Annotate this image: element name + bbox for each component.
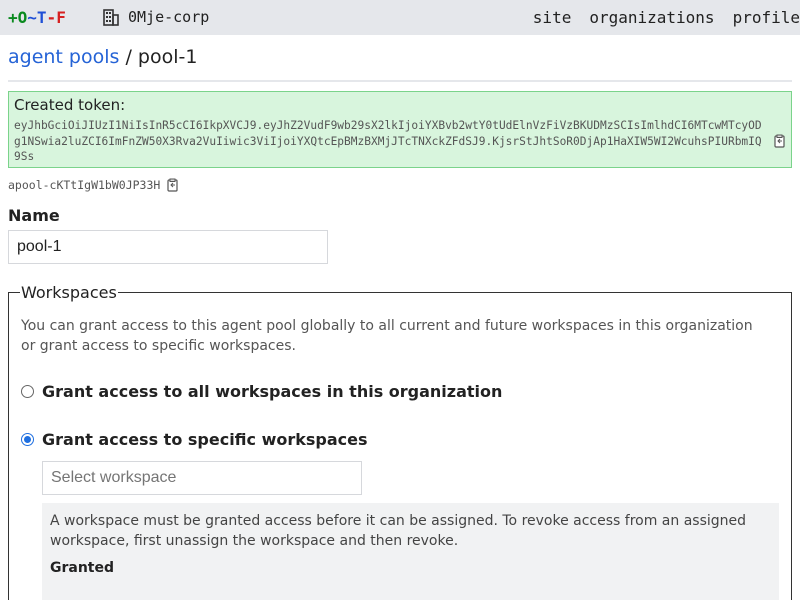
workspaces-description: You can grant access to this agent pool … xyxy=(21,318,753,354)
breadcrumb-separator: / xyxy=(119,46,138,68)
radio-all-label: Grant access to all workspaces in this o… xyxy=(42,382,503,401)
nav-organizations[interactable]: organizations xyxy=(589,8,714,27)
token-value: eyJhbGciOiJIUzI1NiIsInR5cCI6IkpXVCJ9.eyJ… xyxy=(14,119,762,163)
logo-dash: - xyxy=(46,8,57,27)
org-switcher[interactable]: 0Mje-corp xyxy=(102,8,209,26)
granted-note: A workspace must be granted access befor… xyxy=(50,513,747,549)
clipboard-icon[interactable] xyxy=(166,178,180,192)
pool-id: apool-cKTtIgW1bW0JP33H xyxy=(8,178,180,192)
token-title: Created token: xyxy=(14,96,126,114)
breadcrumb-agent-pools[interactable]: agent pools xyxy=(8,46,119,68)
name-label: Name xyxy=(8,206,60,225)
created-token-flash: Created token: eyJhbGciOiJIUzI1NiIsInR5c… xyxy=(8,91,792,168)
logo-o: O xyxy=(17,8,28,27)
nav-site[interactable]: site xyxy=(533,8,572,27)
radio-all-workspaces[interactable]: Grant access to all workspaces in this o… xyxy=(21,382,502,401)
workspaces-legend: Workspaces xyxy=(20,283,118,302)
radio-specific-control[interactable] xyxy=(21,433,34,446)
radio-all-control[interactable] xyxy=(21,385,34,398)
granted-heading: Granted xyxy=(50,560,115,576)
logo-t: ~T xyxy=(27,8,47,27)
app-logo[interactable]: +O~T-F xyxy=(8,8,66,27)
clipboard-icon[interactable] xyxy=(773,134,787,148)
radio-specific-label: Grant access to specific workspaces xyxy=(42,430,368,449)
radio-specific-workspaces[interactable]: Grant access to specific workspaces xyxy=(21,430,368,449)
name-input[interactable] xyxy=(8,230,328,264)
breadcrumb-current: pool-1 xyxy=(137,46,198,68)
nav-profile[interactable]: profile xyxy=(733,8,800,27)
divider xyxy=(8,80,792,82)
top-bar: +O~T-F 0Mje-corp site organizations prof… xyxy=(0,0,800,35)
workspace-select-input[interactable] xyxy=(42,461,362,495)
breadcrumb: agent pools / pool-1 xyxy=(8,46,197,68)
granted-panel: A workspace must be granted access befor… xyxy=(42,503,779,600)
logo-f: F xyxy=(56,8,66,27)
org-name: 0Mje-corp xyxy=(128,8,210,26)
pool-id-text: apool-cKTtIgW1bW0JP33H xyxy=(8,178,161,192)
building-icon xyxy=(103,9,119,26)
top-nav: site organizations profile xyxy=(533,8,800,27)
logo-plus: + xyxy=(8,8,18,27)
